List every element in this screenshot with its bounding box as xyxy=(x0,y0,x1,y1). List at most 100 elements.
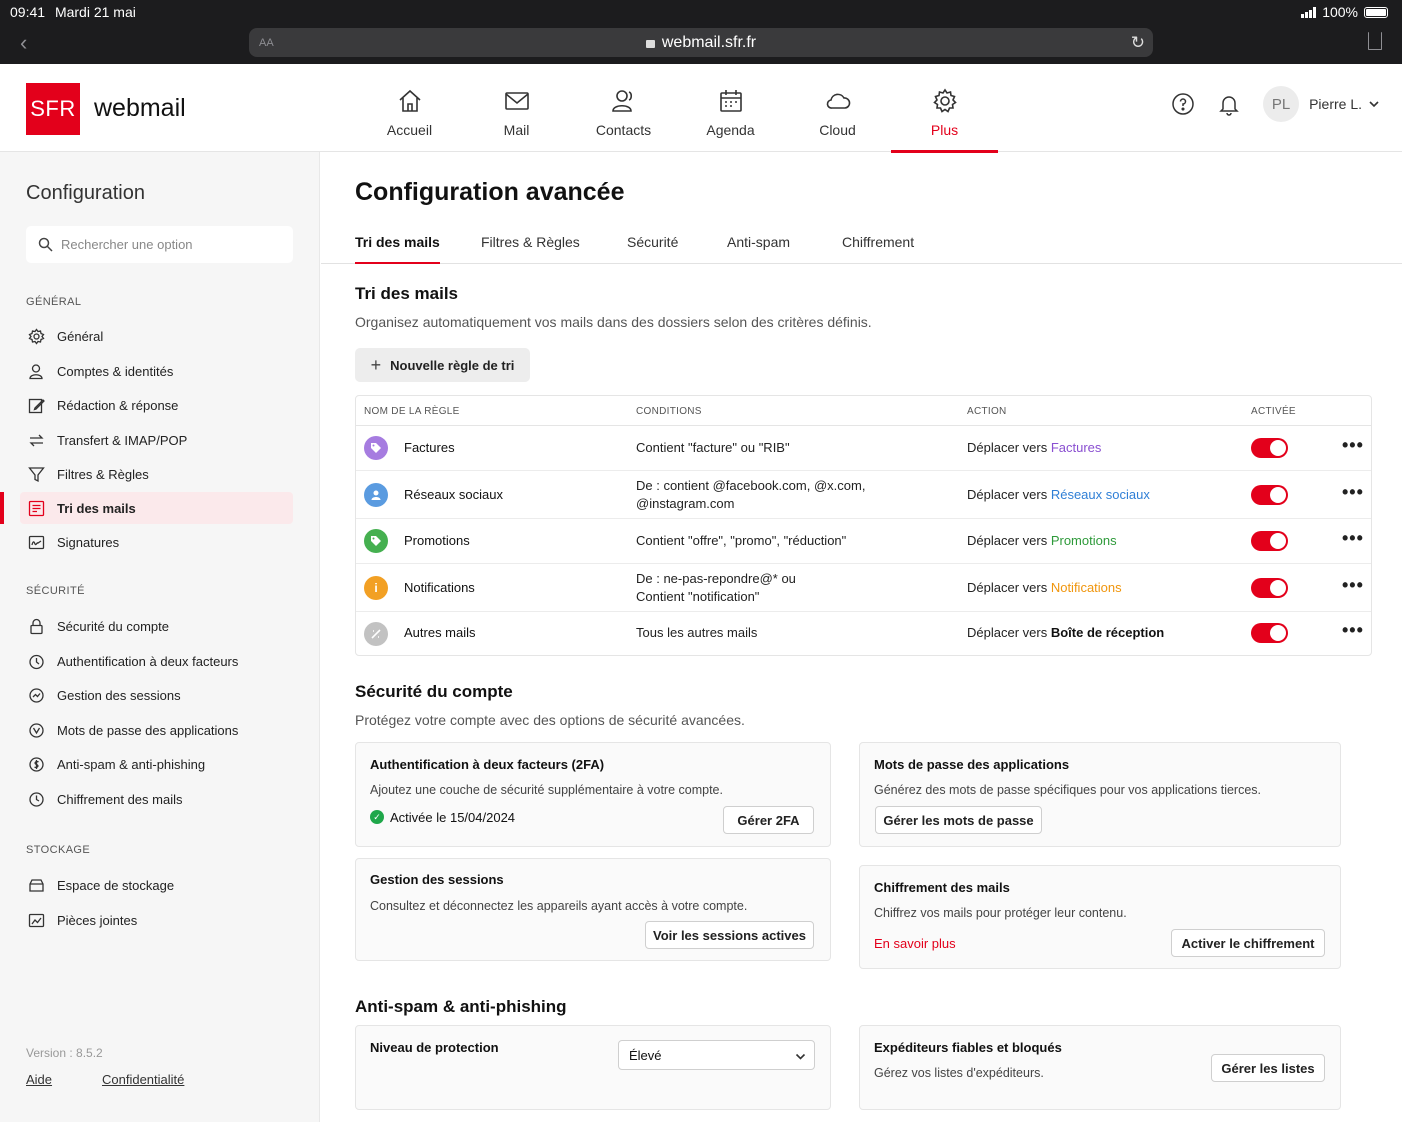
tag-icon xyxy=(364,436,388,460)
tab-antispam[interactable]: Anti-spam xyxy=(727,234,790,262)
nav-agenda[interactable]: Agenda xyxy=(677,64,784,152)
card-description: Générez des mots de passe spécifiques po… xyxy=(874,783,1262,797)
privacy-link[interactable]: Confidentialité xyxy=(102,1072,184,1087)
view-sessions-button[interactable]: Voir les sessions actives xyxy=(645,921,814,949)
rule-action: Déplacer vers Réseaux sociaux xyxy=(967,487,1150,502)
sidebar-item-redaction[interactable]: Rédaction & réponse xyxy=(20,389,293,421)
user-name[interactable]: Pierre L. xyxy=(1309,96,1362,112)
avatar[interactable]: PL xyxy=(1263,86,1300,122)
sidebar-item-account-security[interactable]: Sécurité du compte xyxy=(20,610,293,642)
sidebar-item-storage[interactable]: Espace de stockage xyxy=(20,869,293,901)
twofa-card: Authentification à deux facteurs (2FA) A… xyxy=(355,742,831,847)
sessions-icon xyxy=(29,687,44,703)
sidebar-item-app-passwords[interactable]: Mots de passe des applications xyxy=(20,714,293,746)
more-options-icon[interactable]: ••• xyxy=(1342,575,1364,596)
table-row: Promotions Contient "offre", "promo", "r… xyxy=(356,519,1371,564)
manage-2fa-button[interactable]: Gérer 2FA xyxy=(723,806,814,834)
rule-enabled-toggle[interactable] xyxy=(1251,438,1288,458)
address-bar[interactable]: AA webmail.sfr.fr ↻ xyxy=(249,28,1153,57)
rule-condition: De : ne-pas-repondre@* ou Contient "noti… xyxy=(636,571,796,604)
sidebar-item-attachments[interactable]: Pièces jointes xyxy=(20,904,293,936)
nav-label: Mail xyxy=(503,122,530,138)
sidebar-item-encryption[interactable]: Chiffrement des mails xyxy=(20,783,293,815)
tab-security[interactable]: Sécurité xyxy=(627,234,678,262)
tab-sort[interactable]: Tri des mails xyxy=(355,234,440,264)
encryption-card: Chiffrement des mails Chiffrez vos mails… xyxy=(859,865,1341,969)
sfr-logo[interactable]: SFR xyxy=(26,83,80,135)
rule-enabled-toggle[interactable] xyxy=(1251,531,1288,551)
sidebar-item-sort[interactable]: Tri des mails xyxy=(0,492,293,524)
sidebar-item-label: Anti-spam & anti-phishing xyxy=(57,756,206,772)
sidebar-item-antispam[interactable]: Anti-spam & anti-phishing xyxy=(20,748,293,780)
action-prefix: Déplacer vers xyxy=(967,487,1048,502)
sidebar-item-label: Espace de stockage xyxy=(57,877,175,893)
sidebar-item-label: Authentification à deux facteurs xyxy=(57,653,239,669)
nav-cloud[interactable]: Cloud xyxy=(784,64,891,152)
rule-action: Déplacer vers Notifications xyxy=(967,580,1122,595)
rule-enabled-toggle[interactable] xyxy=(1251,578,1288,598)
more-options-icon[interactable]: ••• xyxy=(1342,528,1364,549)
page-title: Configuration avancée xyxy=(355,178,625,206)
reader-mode-icon[interactable]: AA xyxy=(259,37,274,49)
cloud-icon xyxy=(826,93,850,109)
protection-level-card: Niveau de protection Élevé xyxy=(355,1025,831,1110)
action-prefix: Déplacer vers xyxy=(967,440,1048,455)
more-options-icon[interactable]: ••• xyxy=(1342,620,1364,641)
card-title: Chiffrement des mails xyxy=(874,880,1010,895)
back-icon[interactable]: ‹ xyxy=(20,30,27,56)
action-prefix: Déplacer vers xyxy=(967,533,1048,548)
gear-icon xyxy=(28,327,45,345)
help-icon[interactable] xyxy=(1171,92,1195,116)
nav-mail[interactable]: Mail xyxy=(463,64,570,152)
manage-lists-button[interactable]: Gérer les listes xyxy=(1211,1054,1325,1082)
section-security: SÉCURITÉ xyxy=(26,585,85,597)
reload-icon[interactable]: ↻ xyxy=(1131,33,1145,53)
sidebar-item-accounts[interactable]: Comptes & identités xyxy=(20,355,293,387)
mail-icon xyxy=(504,92,529,110)
nav-label: Cloud xyxy=(819,122,856,138)
nav-accueil[interactable]: Accueil xyxy=(356,64,463,152)
column-header-name: NOM DE LA RÈGLE xyxy=(364,406,460,417)
key-icon xyxy=(29,722,44,738)
action-target: Réseaux sociaux xyxy=(1050,487,1150,502)
signal-icon xyxy=(1301,6,1317,18)
sidebar-item-signatures[interactable]: Signatures xyxy=(20,526,293,558)
rule-name: Notifications xyxy=(404,580,475,595)
help-link[interactable]: Aide xyxy=(26,1072,52,1087)
nav-contacts[interactable]: Contacts xyxy=(570,64,677,152)
tab-encryption[interactable]: Chiffrement xyxy=(842,234,914,262)
action-prefix: Déplacer vers xyxy=(967,580,1048,595)
enable-encryption-button[interactable]: Activer le chiffrement xyxy=(1171,929,1325,957)
rule-enabled-toggle[interactable] xyxy=(1251,485,1288,505)
manage-app-passwords-button[interactable]: Gérer les mots de passe xyxy=(875,806,1042,834)
sidebar-item-2fa[interactable]: Authentification à deux facteurs xyxy=(20,645,293,677)
rule-enabled-toggle[interactable] xyxy=(1251,623,1288,643)
sidebar-item-general[interactable]: Général xyxy=(20,320,293,352)
chevron-down-icon[interactable] xyxy=(1368,98,1380,110)
new-rule-button[interactable]: + Nouvelle règle de tri xyxy=(355,348,530,382)
check-icon: ✓ xyxy=(370,810,384,824)
protection-level-select[interactable]: Élevé xyxy=(618,1040,815,1070)
share-icon[interactable] xyxy=(1368,32,1382,50)
battery-icon xyxy=(1364,6,1388,18)
bell-icon[interactable] xyxy=(1217,92,1241,116)
more-options-icon[interactable]: ••• xyxy=(1342,435,1364,456)
tab-filters[interactable]: Filtres & Règles xyxy=(481,234,580,262)
status-time-date: 09:41 Mardi 21 mai xyxy=(10,4,142,20)
app-version: Version : 8.5.2 xyxy=(26,1046,103,1060)
sidebar-item-filters[interactable]: Filtres & Règles xyxy=(20,458,293,490)
nav-plus[interactable]: Plus xyxy=(891,64,998,153)
learn-more-link[interactable]: En savoir plus xyxy=(874,936,956,951)
search-input[interactable] xyxy=(61,237,281,252)
sidebar-item-sessions[interactable]: Gestion des sessions xyxy=(20,679,293,711)
sidebar-item-label: Pièces jointes xyxy=(57,912,138,928)
column-header-enabled: ACTIVÉE xyxy=(1251,406,1296,417)
shield-icon xyxy=(29,654,44,669)
more-options-icon[interactable]: ••• xyxy=(1342,482,1364,503)
nav-label: Agenda xyxy=(706,122,755,138)
sidebar-item-transfer[interactable]: Transfert & IMAP/POP xyxy=(20,424,293,456)
security-section-title: Sécurité du compte xyxy=(355,682,513,701)
user-icon xyxy=(29,363,43,379)
rule-action: Déplacer vers Boîte de réception xyxy=(967,625,1164,640)
sidebar-search[interactable] xyxy=(26,226,293,263)
